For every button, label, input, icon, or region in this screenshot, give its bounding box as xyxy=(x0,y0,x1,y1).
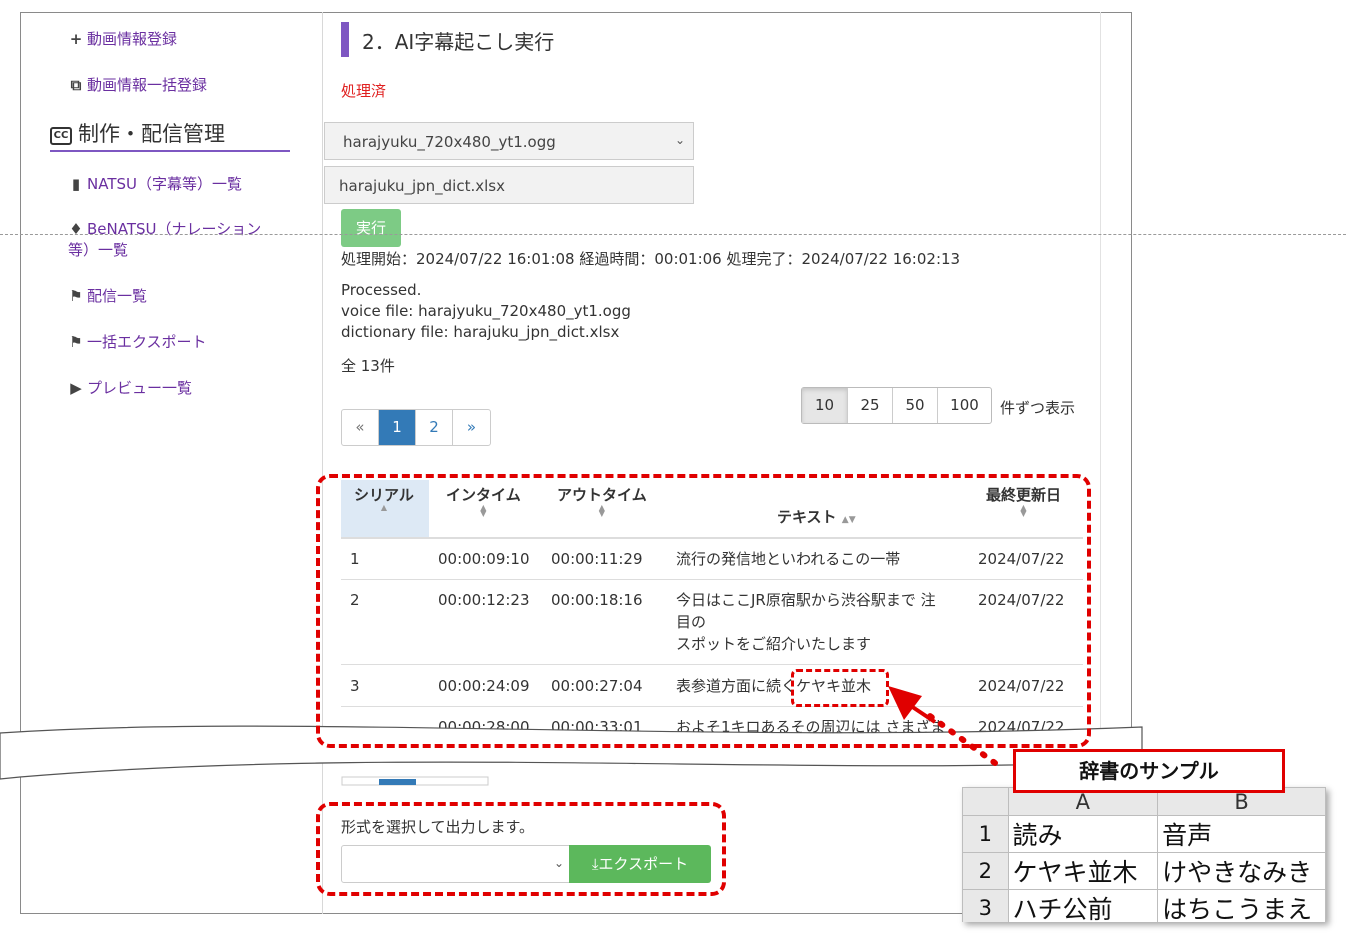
page-size-50[interactable]: 50 xyxy=(893,388,938,423)
sheet-row-number: 2 xyxy=(962,852,1009,890)
pager-page-1[interactable]: 1 xyxy=(379,410,416,445)
sidebar-item-video-register[interactable]: + 動画情報登録 xyxy=(68,29,177,50)
page-size-group: 10 25 50 100 xyxy=(801,387,992,424)
sidebar-item-label: NATSU（字幕等）一覧 xyxy=(87,175,242,193)
pager-next[interactable]: » xyxy=(453,410,490,445)
sidebar-item-label: プレビュー一覧 xyxy=(87,379,193,397)
sidebar-item-label: BeNATSU（ナレーション xyxy=(87,220,262,238)
sheet-cell: はちこうまえ xyxy=(1157,889,1326,922)
sheet-row-number: 3 xyxy=(962,889,1009,922)
page-size-label: 件ずつ表示 xyxy=(1000,399,1076,417)
sidebar-item-preview[interactable]: ▶ プレビュー一覧 xyxy=(68,378,192,399)
document-icon: ▮ xyxy=(71,175,81,193)
sidebar-item-bulk-export[interactable]: ⚑ 一括エクスポート xyxy=(68,332,207,353)
keyword-highlight xyxy=(791,669,889,707)
annotation-arrow xyxy=(888,686,998,766)
sidebar-item-label: 一括エクスポート xyxy=(87,333,207,351)
flag-icon: ⚑ xyxy=(69,333,83,351)
page-size-100[interactable]: 100 xyxy=(938,388,991,423)
sheet-cell: 読み xyxy=(1007,815,1159,853)
run-button[interactable]: 実行 xyxy=(341,209,401,247)
dictionary-file-input[interactable]: harajuku_jpn_dict.xlsx xyxy=(324,166,694,204)
chevron-down-icon: ⌄ xyxy=(674,133,685,147)
total-count: 全 13件 xyxy=(341,357,395,375)
sidebar-item-distribution[interactable]: ⚑ 配信一覧 xyxy=(68,286,147,307)
pager-prev[interactable]: « xyxy=(342,410,379,445)
sheet-cell: ハチ公前 xyxy=(1007,889,1159,922)
sheet-corner xyxy=(962,787,1009,816)
pagination: « 1 2 » xyxy=(341,409,491,446)
flag-icon: ⚑ xyxy=(69,287,83,305)
sheet-cell: 音声 xyxy=(1157,815,1326,853)
status-text: 処理済 xyxy=(341,82,387,100)
export-format-select[interactable]: ⌄ xyxy=(341,845,571,883)
section-title: CC 制作・配信管理 xyxy=(50,118,290,152)
log-line: Processed. xyxy=(341,281,422,299)
pager-page-2[interactable]: 2 xyxy=(416,410,453,445)
copy-icon: ⧉ xyxy=(70,76,82,94)
sidebar-item-label: 動画情報登録 xyxy=(87,30,178,48)
sheet-row-number: 1 xyxy=(962,815,1009,853)
log-line: voice file: harajyuku_720x480_yt1.ogg xyxy=(341,302,631,320)
sidebar-item-benatsu[interactable]: ♦ BeNATSU（ナレーション xyxy=(68,219,261,240)
sidebar-item-label: 配信一覧 xyxy=(87,287,148,305)
sidebar-item-label: 動画情報一括登録 xyxy=(87,76,208,94)
download-icon: ⤓ xyxy=(591,855,599,873)
dictionary-sheet: A B 1 読み 音声 2 ケヤキ並木 けやきなみき 3 ハチ公前 はちこうまえ xyxy=(962,787,1326,922)
sheet-cell: けやきなみき xyxy=(1157,852,1326,890)
plus-icon: + xyxy=(69,30,83,48)
title-accent-bar xyxy=(341,22,349,57)
voice-file-select[interactable]: harajyuku_720x480_yt1.ogg ⌄ xyxy=(324,122,694,160)
sheet-cell: ケヤキ並木 xyxy=(1007,852,1159,890)
cut-guide xyxy=(0,234,1346,235)
play-icon: ▶ xyxy=(70,379,82,397)
export-label: 形式を選択して出力します。 xyxy=(341,818,535,836)
content-right-edge xyxy=(1100,12,1101,732)
closed-caption-icon: CC xyxy=(50,127,72,145)
log-line: dictionary file: harajuku_jpn_dict.xlsx xyxy=(341,323,620,341)
sidebar-item-label: 等）一覧 xyxy=(68,241,129,259)
export-button[interactable]: ⤓エクスポート xyxy=(569,845,711,883)
sidebar-item-natsu[interactable]: ▮ NATSU（字幕等）一覧 xyxy=(68,174,242,195)
page-size-10[interactable]: 10 xyxy=(802,388,848,423)
page-size-25[interactable]: 25 xyxy=(848,388,893,423)
dictionary-sample-label: 辞書のサンプル xyxy=(1013,749,1285,793)
timing-text: 処理開始：2024/07/22 16:01:08 経過時間：00:01:06 処… xyxy=(341,250,961,268)
page-title: 2．AI字幕起こし実行 xyxy=(362,30,555,54)
chevron-down-icon: ⌄ xyxy=(553,856,564,870)
sidebar-item-benatsu-cont[interactable]: 等）一覧 xyxy=(68,240,128,261)
microphone-icon: ♦ xyxy=(69,220,83,238)
sidebar-item-bulk-register[interactable]: ⧉ 動画情報一括登録 xyxy=(68,75,207,96)
